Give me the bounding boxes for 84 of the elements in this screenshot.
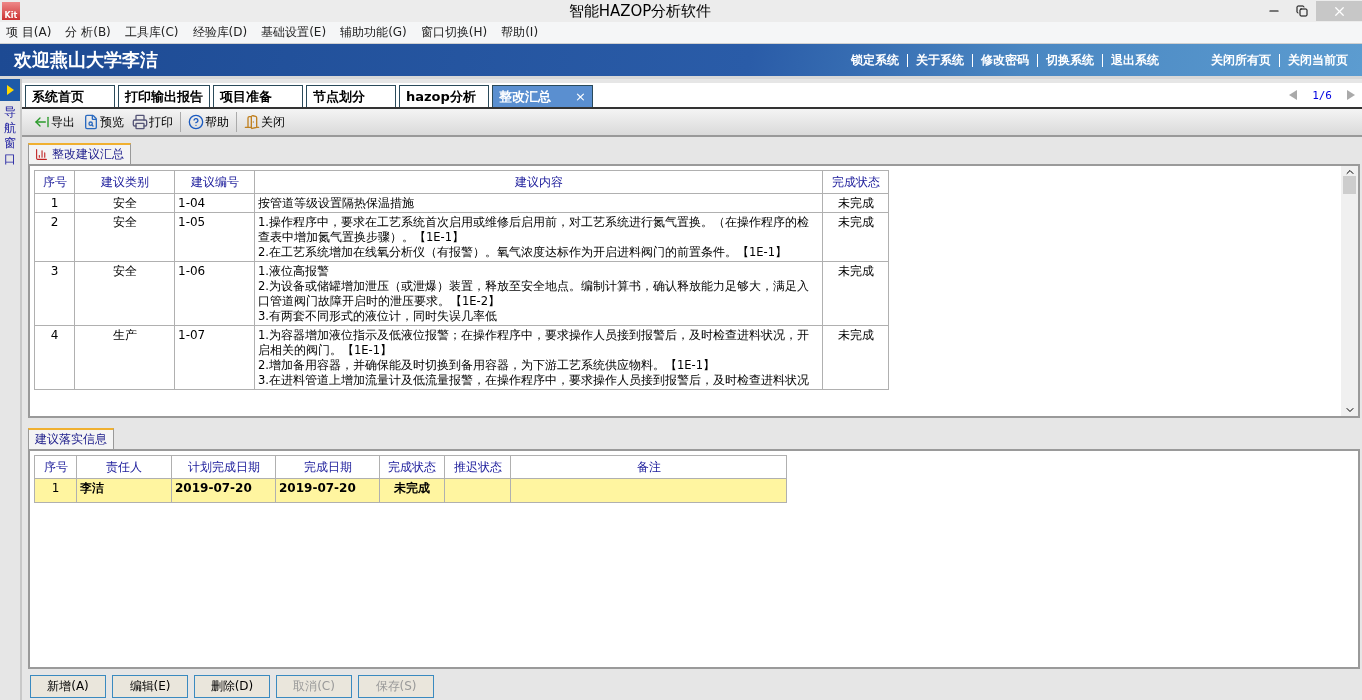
menu-item[interactable]: 基础设置(E) [261, 24, 335, 41]
printer-icon [132, 114, 148, 130]
banner-link[interactable]: 切换系统 [1037, 53, 1102, 67]
column-header: 完成日期 [275, 455, 380, 479]
scroll-thumb[interactable] [1343, 176, 1356, 194]
suggestion-text: 按管道等级设置隔热保温措施 [258, 196, 415, 211]
window-title: 智能HAZOP分析软件 [567, 1, 713, 21]
toolbar-button[interactable]: 导出 [30, 111, 79, 133]
restore-icon [1296, 5, 1308, 17]
column-header: 完成状态 [822, 170, 889, 194]
action-button[interactable]: 删除(D) [194, 675, 270, 698]
toolbar-button[interactable]: 关闭 [240, 111, 289, 133]
table-cell: 1-06 [174, 261, 255, 326]
panel-tab[interactable]: 整改建议汇总 [28, 143, 131, 164]
suggestion-text: 1.液位高报警 [258, 264, 330, 279]
column-header: 序号 [34, 455, 77, 479]
suggestion-text: 1.为容器增加液位指示及低液位报警；在操作程序中，要求操作人员接到报警后，及时检查进料状况，开启相关的阀门。【1E-1】 [258, 328, 810, 358]
table-cell: 生产 [74, 325, 175, 390]
tab[interactable]: 打印输出报告 [118, 85, 210, 107]
column-header: 责任人 [76, 455, 172, 479]
column-header: 序号 [34, 170, 75, 194]
menu-item[interactable]: 工具库(C) [124, 24, 187, 41]
banner-link[interactable]: 退出系统 [1102, 53, 1167, 67]
scrollbar[interactable] [1341, 166, 1358, 416]
toolbar-button[interactable]: 帮助 [184, 111, 233, 133]
table-cell: 安全 [74, 193, 175, 213]
table-cell: 未完成 [822, 261, 889, 326]
menu-item[interactable]: 经验库(D) [192, 24, 256, 41]
table-cell: 1-05 [174, 212, 255, 262]
toolbar-button[interactable]: 打印 [128, 111, 177, 133]
tab[interactable]: 系统首页 [25, 85, 115, 107]
banner-link[interactable]: 锁定系统 [843, 53, 907, 67]
banner-link[interactable]: 修改密码 [972, 53, 1037, 67]
menu-item[interactable]: 分 析(B) [65, 24, 119, 41]
export-icon [34, 114, 50, 130]
column-header: 建议编号 [174, 170, 255, 194]
menu-item[interactable]: 项 目(A) [6, 24, 60, 41]
column-header: 备注 [510, 455, 787, 479]
previous-page-icon[interactable] [1288, 89, 1299, 101]
table-cell: 未完成 [822, 325, 889, 390]
welcome-text: 欢迎燕山大学李洁 [14, 48, 159, 72]
tab[interactable]: hazop分析 [399, 85, 489, 107]
column-header: 推迟状态 [444, 455, 511, 479]
door-icon [244, 114, 260, 130]
column-header: 计划完成日期 [171, 455, 276, 479]
table-cell: 3 [34, 261, 75, 326]
suggestion-text: 2.在工艺系统增加在线氧分析仪（有报警）。氧气浓度达标作为开启进料阀门的前置条件。【1E-1】 [258, 245, 789, 260]
action-button[interactable]: 编辑(E) [112, 675, 188, 698]
next-page-icon[interactable] [1346, 89, 1356, 101]
tab[interactable]: 项目准备 [213, 85, 303, 107]
table-cell: 1-04 [174, 193, 255, 213]
table-cell: 安全 [74, 212, 175, 262]
banner-link[interactable]: 关于系统 [907, 53, 972, 67]
table-cell: 未完成 [822, 212, 889, 262]
suggestion-text: 2.为设备或储罐增加泄压（或泄爆）装置，释放至安全地点。编制计算书，确认释放能力足够大，满足入口管道阀门故障开启时的泄压要求。【1E-2】 [258, 279, 810, 309]
nav-toggle-button[interactable] [0, 79, 20, 101]
action-button[interactable]: 新增(A) [30, 675, 106, 698]
panel-tab[interactable]: 建议落实信息 [28, 428, 114, 449]
table-cell: 1 [34, 193, 75, 213]
suggestion-text: 1.操作程序中，要求在工艺系统首次启用或维修后启用前，对工艺系统进行氮气置换。（在操作程序的检查表中增加氮气置换步骤）。【1E-1】 [258, 215, 810, 245]
app-icon: Kit [2, 2, 20, 20]
menu-item[interactable]: 窗口切换(H) [420, 24, 496, 41]
menu-item[interactable]: 帮助(I) [501, 24, 547, 41]
preview-icon [83, 114, 99, 130]
suggestion-text: 3.有两套不同形式的液位计，同时失误几率低 [258, 309, 498, 324]
table-cell: 1-07 [174, 325, 255, 390]
menu-item[interactable]: 辅助功能(G) [340, 24, 415, 41]
triangle-icon [5, 84, 15, 96]
table-cell: 未完成 [822, 193, 889, 213]
column-header: 建议类别 [74, 170, 175, 194]
tab[interactable]: 节点划分 [306, 85, 396, 107]
chart-icon [35, 148, 48, 161]
suggestion-text: 3.在进料管道上增加流量计及低流量报警，在操作程序中，要求操作人员接到报警后，及时检查进料状况 [258, 373, 810, 388]
nav-label[interactable]: 导航窗口 [4, 105, 16, 168]
help-icon [188, 114, 204, 130]
column-header: 完成状态 [379, 455, 445, 479]
page-counter: 1/6 [1312, 88, 1332, 102]
table-cell: 2 [34, 212, 75, 262]
table-row[interactable]: 1 李洁 2019-07-20 2019-07-20 未完成 [34, 478, 787, 503]
toolbar-button[interactable]: 预览 [79, 111, 128, 133]
table-cell: 安全 [74, 261, 175, 326]
table-cell: 4 [34, 325, 75, 390]
suggestion-text: 2.增加备用容器，并确保能及时切换到备用容器，为下游工艺系统供应物料。【1E-1】 [258, 358, 717, 373]
column-header: 建议内容 [254, 170, 823, 194]
